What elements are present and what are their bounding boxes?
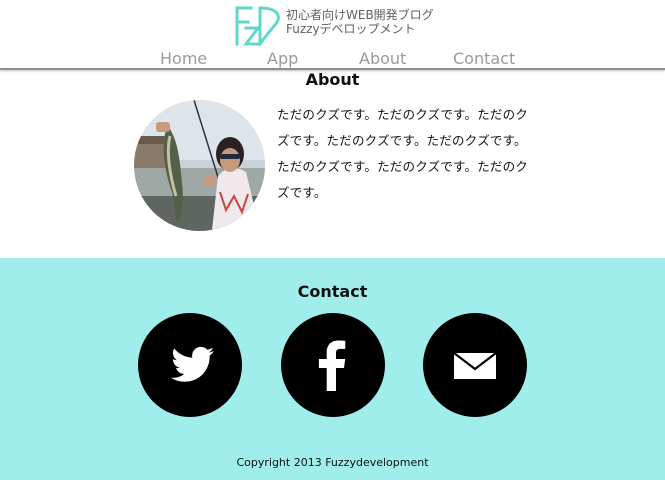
mail-icon xyxy=(453,352,497,379)
tagline-line-1: 初心者向けWEB開発ブログ xyxy=(286,8,434,22)
contact-heading: Contact xyxy=(297,282,368,301)
twitter-icon xyxy=(171,346,214,382)
nav-item-home[interactable]: Home xyxy=(160,49,207,68)
facebook-link[interactable] xyxy=(281,313,385,417)
site-tagline: 初心者向けWEB開発ブログ Fuzzyデベロップメント xyxy=(286,8,434,36)
nav-item-contact[interactable]: Contact xyxy=(453,49,515,68)
profile-avatar xyxy=(134,100,265,231)
main-nav: Home App About Contact xyxy=(0,49,665,68)
contact-section: Contact Copyright 2013 Fuzzydevelopment xyxy=(0,258,665,480)
copyright-notice: Copyright 2013 Fuzzydevelopment xyxy=(236,456,429,469)
nav-item-app[interactable]: App xyxy=(267,49,298,68)
facebook-icon xyxy=(318,340,346,391)
site-header: 初心者向けWEB開発ブログ Fuzzyデベロップメント Home App Abo… xyxy=(0,0,665,70)
tagline-line-2: Fuzzyデベロップメント xyxy=(286,22,416,36)
profile-photo-image xyxy=(134,100,265,231)
mail-link[interactable] xyxy=(423,313,527,417)
about-heading: About xyxy=(305,70,360,89)
site-logo[interactable] xyxy=(234,4,284,46)
about-description: ただのクズです。ただのクズです。ただのクズです。ただのクズです。ただのクズです。… xyxy=(277,107,529,200)
twitter-link[interactable] xyxy=(138,313,242,417)
nav-item-about[interactable]: About xyxy=(359,49,406,68)
